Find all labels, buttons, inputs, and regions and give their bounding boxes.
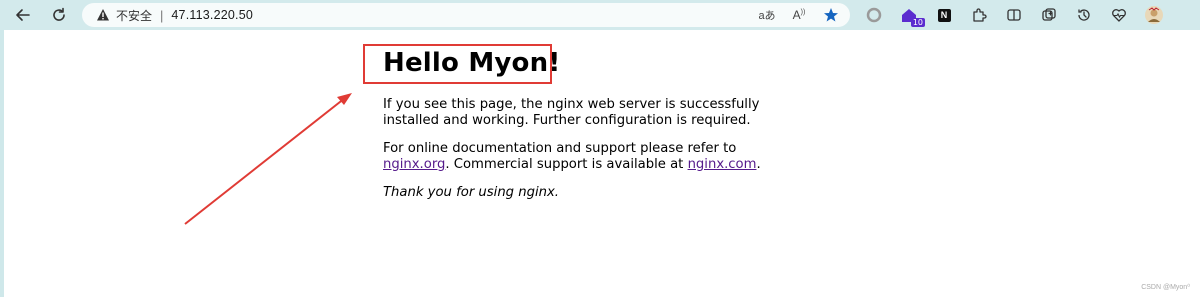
n-icon: N	[937, 8, 951, 22]
extensions-bar: 10 N	[862, 3, 1177, 27]
extension-badge: 10	[910, 18, 925, 27]
watermark: CSDN @Myon⁰	[1141, 284, 1190, 291]
split-screen-icon	[1007, 9, 1021, 21]
doc-text-mid: . Commercial support is available at	[445, 157, 688, 172]
nginx-com-link[interactable]: nginx.com	[688, 157, 757, 172]
back-button[interactable]	[12, 4, 34, 26]
warning-icon[interactable]	[96, 8, 110, 22]
translate-icon: aあ	[758, 10, 776, 22]
url-text[interactable]: 47.113.220.50	[171, 8, 253, 22]
star-icon	[824, 8, 838, 22]
performance-button[interactable]	[1107, 3, 1131, 27]
nginx-org-link[interactable]: nginx.org	[383, 157, 445, 172]
extension-house-button[interactable]: 10	[897, 3, 925, 27]
puzzle-icon	[973, 8, 987, 22]
read-aloud-icon: A))	[792, 8, 806, 22]
heart-pulse-icon	[1112, 9, 1126, 22]
favorite-button[interactable]	[822, 6, 840, 24]
circle-icon	[866, 7, 882, 23]
address-bar[interactable]: 不安全 | 47.113.220.50 aあ A))	[82, 3, 850, 27]
back-arrow-icon	[16, 9, 30, 21]
page-content: Hello Myon! If you see this page, the ng…	[4, 30, 1200, 297]
security-status-label[interactable]: 不安全	[116, 7, 152, 24]
reload-button[interactable]	[48, 4, 70, 26]
address-separator: |	[160, 7, 164, 23]
avatar	[1145, 6, 1163, 24]
collections-icon	[1042, 8, 1056, 21]
translate-button[interactable]: aあ	[758, 6, 776, 24]
extension-circle-button[interactable]	[862, 3, 886, 27]
intro-paragraph: If you see this page, the nginx web serv…	[383, 97, 760, 128]
doc-text-suffix: .	[756, 157, 761, 172]
profile-button[interactable]	[1142, 3, 1166, 27]
split-screen-button[interactable]	[1002, 3, 1026, 27]
doc-text-prefix: For online documentation and support ple…	[383, 141, 737, 156]
address-bar-actions: aあ A))	[758, 6, 840, 24]
history-icon	[1078, 9, 1090, 21]
history-button[interactable]	[1072, 3, 1096, 27]
read-aloud-button[interactable]: A))	[790, 6, 808, 24]
page-title: Hello Myon!	[383, 48, 561, 78]
extensions-button[interactable]	[967, 3, 991, 27]
collections-button[interactable]	[1037, 3, 1061, 27]
thanks-paragraph: Thank you for using nginx.	[383, 185, 559, 200]
browser-toolbar: 不安全 | 47.113.220.50 aあ A)) 10 N	[0, 0, 1200, 30]
documentation-paragraph: For online documentation and support ple…	[383, 141, 803, 173]
reload-icon	[53, 7, 65, 21]
extension-n-button[interactable]: N	[932, 3, 956, 27]
